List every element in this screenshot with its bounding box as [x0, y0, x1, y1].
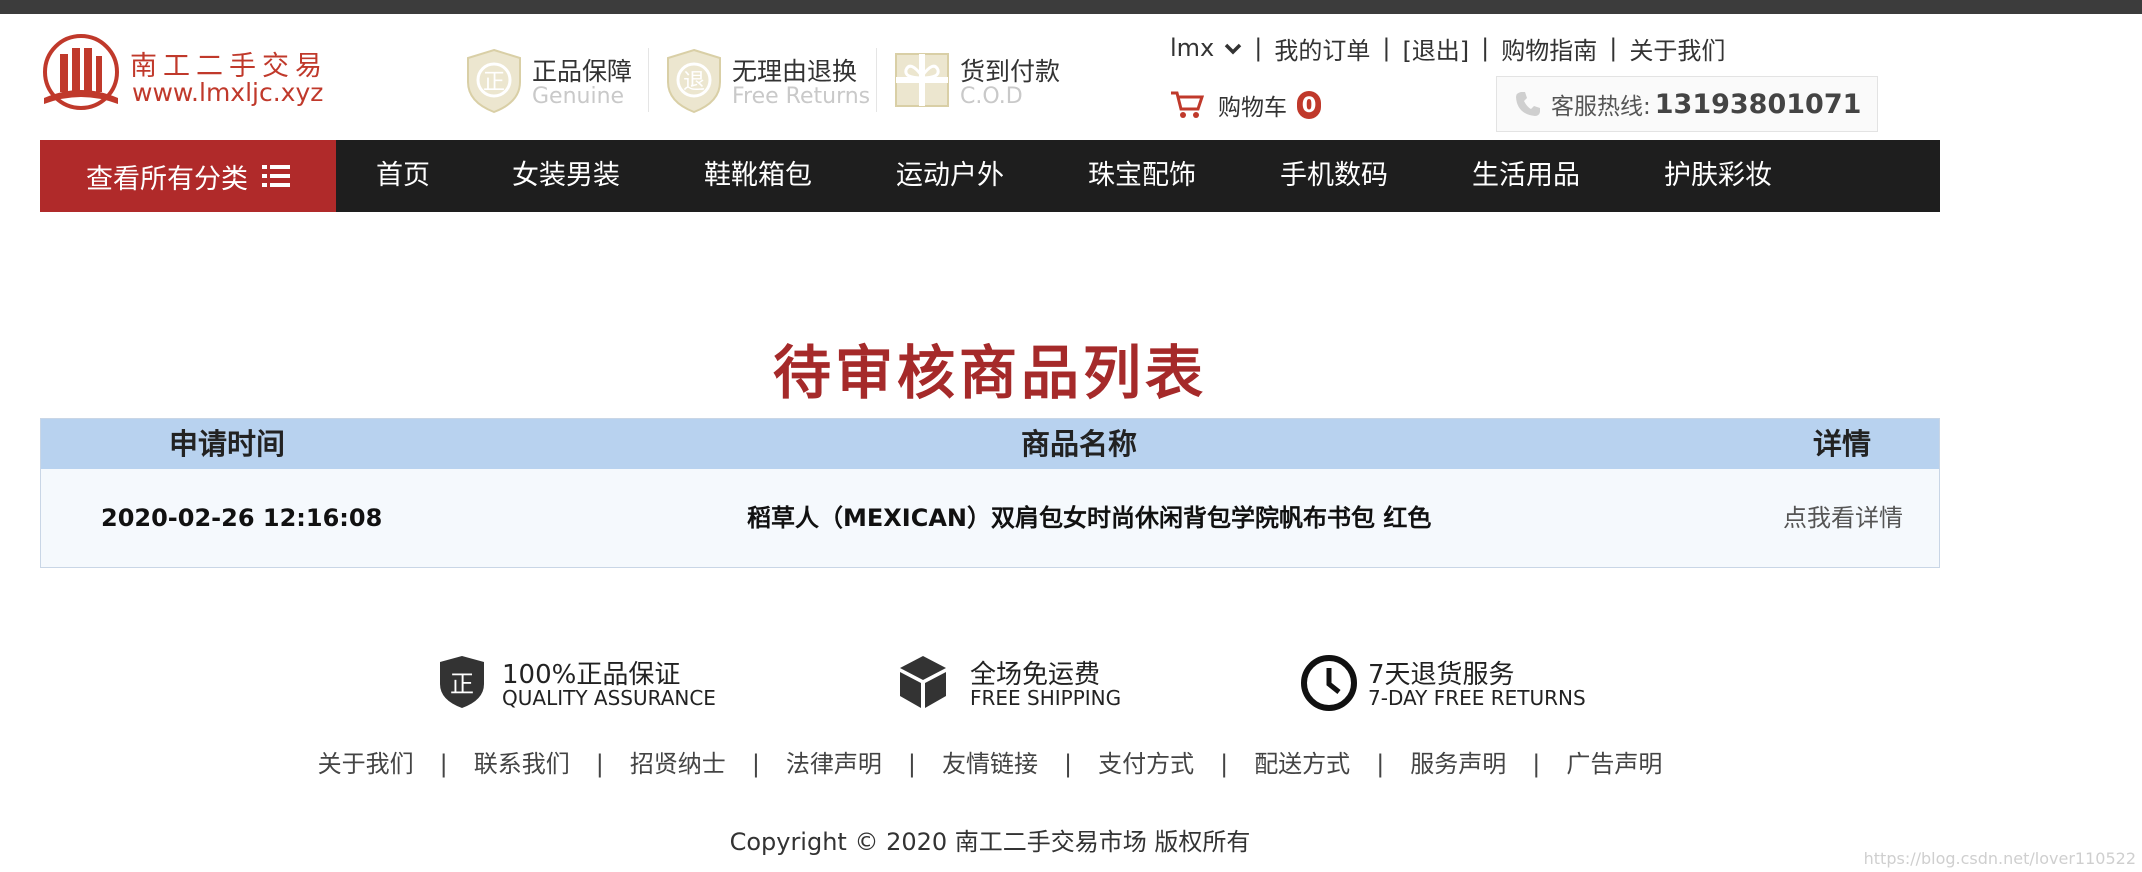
chevron-down-icon — [1225, 43, 1242, 55]
copyright-text: Copyright © 2020 南工二手交易市场 版权所有 — [729, 828, 1251, 856]
footer-link-legal[interactable]: 法律声明 — [786, 750, 882, 778]
badge-subtitle: Free Returns — [732, 84, 871, 109]
nav-item-sports[interactable]: 运动户外 — [896, 140, 1004, 212]
badge-title: 无理由退换 — [732, 57, 858, 86]
table-header: 申请时间 商品名称 详情 — [41, 419, 1939, 469]
all-categories-button[interactable]: 查看所有分类 — [40, 140, 336, 212]
footer-link-careers[interactable]: 招贤纳士 — [630, 750, 726, 778]
cell-apply-time: 2020-02-26 12:16:08 — [101, 504, 383, 532]
site-logo[interactable]: 南工二手交易 www.lmxljc.xyz — [38, 34, 338, 118]
column-header-time: 申请时间 — [169, 427, 286, 461]
svg-text:正: 正 — [483, 70, 505, 95]
package-box-icon — [900, 656, 946, 708]
column-header-detail: 详情 — [1813, 427, 1872, 461]
main-nav: 查看所有分类 首页 女装男装 鞋靴箱包 运动户外 珠宝配饰 手机数码 生活用品 … — [40, 140, 1940, 212]
link-separator: | — [595, 750, 604, 778]
logo-building-icon — [43, 34, 119, 110]
footer-link-contact[interactable]: 联系我们 — [474, 750, 570, 778]
logout-link[interactable]: [退出] — [1402, 31, 1469, 66]
link-separator: | — [1064, 750, 1073, 778]
link-separator: | — [907, 750, 916, 778]
footer-link-service[interactable]: 服务声明 — [1410, 750, 1506, 778]
nav-item-shoes-bags[interactable]: 鞋靴箱包 — [704, 140, 812, 212]
user-menu[interactable]: lmx — [1170, 34, 1242, 62]
clock-icon — [1301, 655, 1357, 711]
footer-links: 关于我们 | 联系我们 | 招贤纳士 | 法律声明 | 友情链接 | 支付方式 | 配送方式 | 服务声明 |… — [0, 744, 1980, 779]
nav-item-digital[interactable]: 手机数码 — [1280, 140, 1388, 212]
watermark-text: https://blog.csdn.net/lover110522 — [1863, 849, 2136, 868]
cod-gift-icon — [895, 53, 949, 107]
link-separator: | — [1609, 34, 1618, 62]
about-us-link[interactable]: 关于我们 — [1629, 31, 1725, 66]
link-separator: | — [439, 750, 448, 778]
service-hotline: 客服热线: 13193801071 — [1496, 76, 1878, 132]
link-separator: | — [1481, 34, 1490, 62]
cell-product-name: 稻草人（MEXICAN）双肩包女时尚休闲背包学院帆布书包 红色 — [747, 504, 1432, 532]
genuine-shield-icon: 正 — [467, 48, 521, 114]
all-categories-label: 查看所有分类 — [86, 163, 248, 195]
my-orders-link[interactable]: 我的订单 — [1274, 31, 1370, 66]
list-menu-icon — [262, 165, 290, 187]
returns-shield-icon: 退 — [667, 48, 721, 114]
feature-subtitle: FREE SHIPPING — [970, 686, 1122, 710]
nav-item-home[interactable]: 首页 — [376, 140, 430, 212]
quality-shield-icon: 正 — [440, 656, 484, 708]
cart-label: 购物车 — [1218, 95, 1287, 121]
nav-item-clothing[interactable]: 女装男装 — [512, 140, 620, 212]
nav-item-jewelry[interactable]: 珠宝配饰 — [1088, 140, 1196, 212]
hotline-number: 13193801071 — [1654, 88, 1862, 120]
link-separator: | — [751, 750, 760, 778]
table-row: 2020-02-26 12:16:08 稻草人（MEXICAN）双肩包女时尚休闲… — [41, 469, 1939, 567]
shopping-guide-link[interactable]: 购物指南 — [1501, 31, 1597, 66]
view-detail-link[interactable]: 点我看详情 — [1783, 469, 1903, 567]
cart-count-badge: 0 — [1297, 91, 1321, 119]
svg-text:正: 正 — [450, 670, 474, 698]
feature-subtitle: QUALITY ASSURANCE — [502, 686, 716, 710]
badge-subtitle: Genuine — [532, 84, 625, 109]
footer-link-friends[interactable]: 友情链接 — [942, 750, 1038, 778]
link-separator: | — [1376, 750, 1385, 778]
link-separator: | — [1220, 750, 1229, 778]
top-links-bar: lmx | 我的订单 | [退出] | 购物指南 | 关于我们 — [1170, 30, 1725, 66]
badge-title: 正品保障 — [532, 57, 633, 86]
cart-link[interactable]: 购物车 0 — [1170, 88, 1321, 122]
svg-text:退: 退 — [683, 70, 705, 95]
badge-divider — [648, 48, 649, 112]
pending-products-table: 申请时间 商品名称 详情 2020-02-26 12:16:08 稻草人（MEX… — [40, 418, 1940, 568]
badge-title: 货到付款 — [960, 57, 1061, 86]
column-header-name: 商品名称 — [1021, 427, 1138, 461]
nav-item-living[interactable]: 生活用品 — [1472, 140, 1580, 212]
nav-item-cosmetics[interactable]: 护肤彩妆 — [1664, 140, 1772, 212]
footer-link-payment[interactable]: 支付方式 — [1098, 750, 1194, 778]
page-title: 待审核商品列表 — [772, 339, 1207, 407]
hotline-label: 客服热线: — [1551, 94, 1651, 120]
link-separator: | — [1382, 34, 1391, 62]
badge-subtitle: C.O.D — [960, 84, 1023, 109]
footer-link-ads[interactable]: 广告声明 — [1566, 750, 1662, 778]
feature-subtitle: 7-DAY FREE RETURNS — [1368, 686, 1586, 710]
browser-top-strip — [0, 0, 2142, 14]
user-name: lmx — [1170, 34, 1215, 62]
footer-link-delivery[interactable]: 配送方式 — [1254, 750, 1350, 778]
shopping-cart-icon — [1171, 91, 1204, 118]
link-separator: | — [1254, 34, 1263, 62]
footer-link-about[interactable]: 关于我们 — [318, 750, 414, 778]
link-separator: | — [1532, 750, 1541, 778]
badge-divider — [876, 48, 877, 112]
phone-icon — [1516, 92, 1540, 116]
brand-url: www.lmxljc.xyz — [132, 78, 324, 107]
